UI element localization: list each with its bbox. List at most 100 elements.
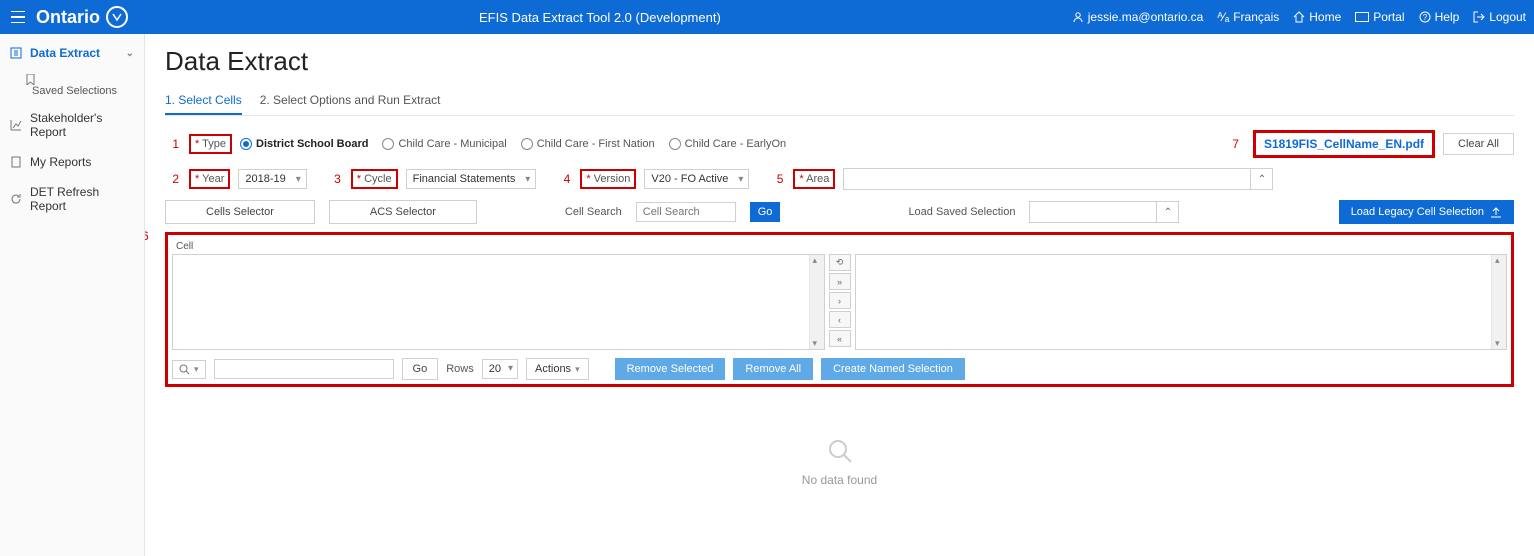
home-link[interactable]: Home bbox=[1293, 10, 1341, 24]
sidebar-item-saved-selections[interactable]: Saved Selections bbox=[0, 68, 144, 103]
refresh-icon bbox=[10, 193, 22, 205]
move-all-left-icon[interactable]: « bbox=[829, 330, 851, 347]
sidebar-item-label: DET Refresh Report bbox=[30, 185, 134, 213]
move-all-right-icon[interactable]: » bbox=[829, 273, 851, 290]
tabs: 1. Select Cells 2. Select Options and Ru… bbox=[165, 87, 1514, 116]
remove-all-button[interactable]: Remove All bbox=[733, 358, 813, 380]
sidebar-item-label: My Reports bbox=[30, 155, 91, 169]
menu-icon[interactable] bbox=[8, 7, 28, 27]
search-icon bbox=[179, 364, 190, 375]
search-dropdown[interactable]: ▾ bbox=[172, 360, 206, 379]
rows-label: Rows bbox=[446, 363, 474, 375]
reset-icon[interactable]: ⟲ bbox=[829, 254, 851, 271]
version-label: Version bbox=[580, 169, 636, 189]
logout-link[interactable]: Logout bbox=[1473, 10, 1526, 24]
scrollbar[interactable] bbox=[1491, 255, 1506, 349]
filter-row-2: 2 Year 2018-19 3 Cycle Financial Stateme… bbox=[165, 168, 1514, 190]
brand: Ontario bbox=[36, 6, 128, 28]
selected-cells-list[interactable] bbox=[855, 254, 1508, 350]
annotation-6: 6 bbox=[145, 229, 149, 243]
type-label: Type bbox=[189, 134, 232, 154]
empty-state: No data found bbox=[165, 387, 1514, 507]
load-legacy-button[interactable]: Load Legacy Cell Selection bbox=[1339, 200, 1514, 224]
svg-text:?: ? bbox=[1422, 13, 1427, 22]
pdf-link[interactable]: S1819FIS_CellName_EN.pdf bbox=[1253, 130, 1435, 158]
chevron-down-icon: ⌄ bbox=[126, 48, 134, 59]
tab-select-cells[interactable]: 1. Select Cells bbox=[165, 87, 242, 115]
cells-selector-button[interactable]: Cells Selector bbox=[165, 200, 315, 224]
sidebar-item-label: Saved Selections bbox=[32, 85, 117, 97]
sidebar-item-label: Data Extract bbox=[30, 46, 100, 60]
cell-label: Cell bbox=[172, 239, 1507, 254]
chevron-down-icon: ▾ bbox=[194, 364, 199, 375]
grid-search-input[interactable] bbox=[214, 359, 394, 379]
radio-child-care-municipal[interactable]: Child Care - Municipal bbox=[382, 138, 506, 150]
year-label: Year bbox=[189, 169, 230, 189]
actions-button[interactable]: Actions ▾ bbox=[526, 358, 589, 380]
tab-select-options[interactable]: 2. Select Options and Run Extract bbox=[260, 87, 441, 115]
help-link[interactable]: ? Help bbox=[1419, 10, 1460, 24]
brand-text: Ontario bbox=[36, 7, 100, 28]
chevron-up-icon[interactable]: ⌃ bbox=[1250, 169, 1272, 189]
app-title: EFIS Data Extract Tool 2.0 (Development) bbox=[128, 10, 1072, 25]
remove-selected-button[interactable]: Remove Selected bbox=[615, 358, 726, 380]
available-cells-list[interactable] bbox=[172, 254, 825, 350]
cycle-select[interactable]: Financial Statements bbox=[406, 169, 537, 189]
upload-icon bbox=[1490, 206, 1502, 218]
scrollbar[interactable] bbox=[809, 255, 824, 349]
sidebar-item-data-extract[interactable]: Data Extract ⌄ bbox=[0, 38, 144, 68]
shuttle-controls: ⟲ » › ‹ « bbox=[829, 254, 851, 350]
grid-go-button[interactable]: Go bbox=[402, 358, 439, 380]
annotation-2: 2 bbox=[165, 172, 179, 186]
portal-icon bbox=[1355, 12, 1369, 22]
filter-row-type: 1 Type District School Board Child Care … bbox=[165, 130, 1514, 158]
empty-message: No data found bbox=[165, 473, 1514, 487]
sidebar-item-label: Stakeholder's Report bbox=[30, 111, 134, 139]
annotation-4: 4 bbox=[556, 172, 570, 186]
area-label: Area bbox=[793, 169, 835, 189]
cell-selection-area: 6 Cell ⟲ » › ‹ « bbox=[165, 232, 1514, 387]
header-right: jessie.ma@ontario.ca ᴬ⁄ₐ Français Home P… bbox=[1072, 10, 1526, 24]
cell-search-input[interactable] bbox=[636, 202, 736, 222]
annotation-7: 7 bbox=[1232, 137, 1239, 151]
cell-search-go-button[interactable]: Go bbox=[750, 202, 781, 222]
year-select[interactable]: 2018-19 bbox=[238, 169, 306, 189]
radio-child-care-first-nation[interactable]: Child Care - First Nation bbox=[521, 138, 655, 150]
rows-select[interactable]: 20 bbox=[482, 359, 518, 379]
sidebar-item-det-refresh[interactable]: DET Refresh Report bbox=[0, 177, 144, 221]
radio-district-school-board[interactable]: District School Board bbox=[240, 138, 368, 150]
sidebar-item-stakeholder-report[interactable]: Stakeholder's Report bbox=[0, 103, 144, 147]
chevron-up-icon[interactable]: ⌃ bbox=[1156, 202, 1178, 222]
home-icon bbox=[1293, 11, 1305, 23]
area-select[interactable]: ⌃ bbox=[843, 168, 1273, 190]
cell-search-label: Cell Search bbox=[565, 206, 622, 218]
move-right-icon[interactable]: › bbox=[829, 292, 851, 309]
load-saved-select[interactable]: ⌃ bbox=[1029, 201, 1179, 223]
extract-icon bbox=[10, 47, 22, 59]
acs-selector-button[interactable]: ACS Selector bbox=[329, 200, 477, 224]
lang-link[interactable]: ᴬ⁄ₐ Français bbox=[1217, 10, 1279, 24]
user-icon bbox=[1072, 11, 1084, 23]
report-icon bbox=[10, 156, 22, 168]
grid-toolbar: ▾ Go Rows 20 Actions ▾ Remove Selected R… bbox=[172, 358, 1507, 380]
radio-child-care-earlyon[interactable]: Child Care - EarlyOn bbox=[669, 138, 786, 150]
chevron-down-icon: ▾ bbox=[575, 364, 580, 375]
sidebar-item-my-reports[interactable]: My Reports bbox=[0, 147, 144, 177]
user-link[interactable]: jessie.ma@ontario.ca bbox=[1072, 10, 1204, 24]
help-icon: ? bbox=[1419, 11, 1431, 23]
sidebar: Data Extract ⌄ Saved Selections Stakehol… bbox=[0, 34, 145, 556]
annotation-3: 3 bbox=[327, 172, 341, 186]
version-select[interactable]: V20 - FO Active bbox=[644, 169, 749, 189]
main-content: Data Extract 1. Select Cells 2. Select O… bbox=[145, 34, 1534, 556]
type-radio-group: District School Board Child Care - Munic… bbox=[240, 138, 786, 150]
ontario-logo-icon bbox=[106, 6, 128, 28]
logout-icon bbox=[1473, 11, 1485, 23]
chart-icon bbox=[10, 119, 22, 131]
move-left-icon[interactable]: ‹ bbox=[829, 311, 851, 328]
annotation-1: 1 bbox=[165, 137, 179, 151]
clear-all-button[interactable]: Clear All bbox=[1443, 133, 1514, 155]
annotation-5: 5 bbox=[769, 172, 783, 186]
portal-link[interactable]: Portal bbox=[1355, 10, 1404, 24]
create-named-selection-button[interactable]: Create Named Selection bbox=[821, 358, 965, 380]
globe-icon: ᴬ⁄ₐ bbox=[1217, 10, 1229, 24]
